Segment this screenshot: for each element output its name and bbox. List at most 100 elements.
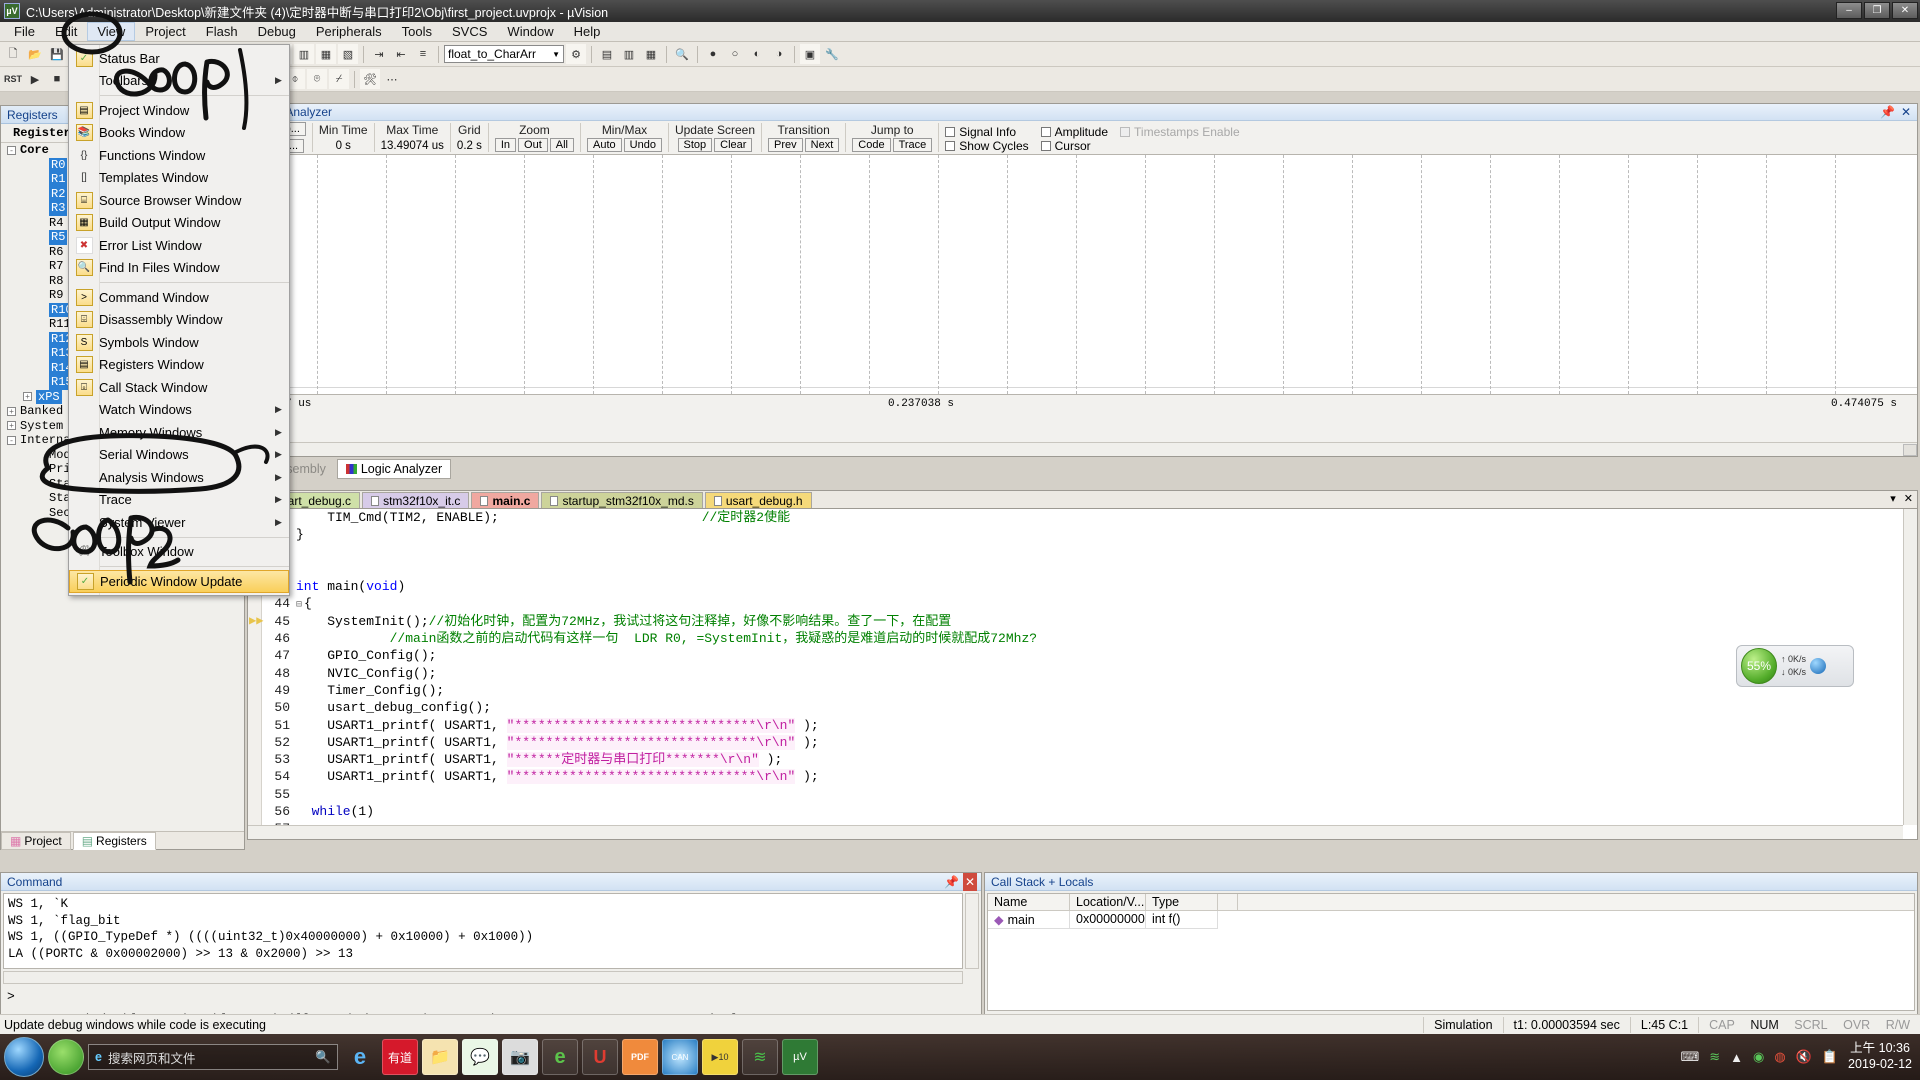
analysis-window-icon[interactable]: ⌿ (329, 69, 349, 89)
windows-start-icon[interactable] (4, 1037, 44, 1077)
labview-icon[interactable]: ▶10 (702, 1039, 738, 1075)
editor-tabs[interactable]: usart_debug.c stm32f10x_it.c main.c startup… (248, 491, 1917, 509)
keyboard-icon[interactable]: ⌨ (1680, 1049, 1699, 1065)
window-controls[interactable]: – ❐ ✕ (1836, 2, 1918, 19)
editor-tab-usart_debug-h[interactable]: usart_debug.h (704, 492, 812, 508)
bookmark-clear-icon[interactable]: ▧ (338, 44, 358, 64)
more-tools-icon[interactable]: ⋯ (382, 69, 402, 89)
code-line[interactable]: USART1_printf( USART1, "****************… (296, 768, 1917, 785)
tab-registers[interactable]: ▤ Registers (72, 831, 156, 850)
editor-tab-startup_stm32f10x_md-s[interactable]: startup_stm32f10x_md.s (541, 492, 703, 508)
view-menu-item-books-window[interactable]: 📚 Books Window (69, 122, 289, 145)
security-icon[interactable]: ◉ (1753, 1049, 1764, 1065)
zoom-group[interactable]: Zoom In Out All (489, 123, 582, 152)
search-input[interactable]: e 搜索网页和文件 🔍 (88, 1044, 338, 1070)
code-line[interactable]: //main函数之前的启动代码有这样一句 LDR R0, =SystemInit… (296, 630, 1917, 647)
editor-hscrollbar[interactable] (248, 825, 1903, 839)
call-stack-table[interactable]: Name Location/V... Type ◆ main 0x0000000… (987, 893, 1915, 1011)
show-hidden-icons-icon[interactable]: ▲ (1730, 1050, 1743, 1065)
search-icon[interactable]: 🔍 (672, 44, 692, 64)
update-stop-button[interactable]: Stop (677, 138, 713, 152)
code-line[interactable]: NVIC_Config(); (296, 665, 1917, 682)
menu-help[interactable]: Help (564, 22, 611, 41)
minmax-auto-button[interactable]: Auto (587, 138, 622, 152)
menu-file[interactable]: File (4, 22, 45, 41)
logic-analyzer-canvas[interactable]: 1 0 (248, 155, 1917, 395)
command-input[interactable]: > (3, 987, 979, 1007)
code-line[interactable] (296, 544, 1917, 561)
new-file-icon[interactable]: 🗋 (3, 44, 23, 64)
view-menu-item-status-bar[interactable]: ✓ Status Bar (69, 47, 289, 70)
wechat-icon[interactable]: 💬 (462, 1039, 498, 1075)
view-menu-item-registers-window[interactable]: ▤ Registers Window (69, 354, 289, 377)
file-explorer-icon[interactable]: 📁 (422, 1039, 458, 1075)
wifi-app-icon[interactable]: ≋ (742, 1039, 778, 1075)
uc-browser-icon[interactable]: U (582, 1039, 618, 1075)
code-line[interactable]: USART1_printf( USART1, "****************… (296, 734, 1917, 751)
kill-all-breakpoints-icon[interactable]: ◑ (769, 44, 789, 64)
minimize-button[interactable]: – (1836, 2, 1862, 19)
view-menu-item-toolbox-window[interactable]: 🛠 Toolbox Window (69, 541, 289, 564)
clipboard-icon[interactable]: 📋 (1822, 1049, 1838, 1065)
view-menu-item-build-output-window[interactable]: ▦ Build Output Window (69, 212, 289, 235)
stop-icon[interactable]: ■ (47, 69, 67, 89)
open-folder-icon[interactable]: 📂 (25, 44, 45, 64)
view-menu-item-trace[interactable]: Trace ▶ (69, 489, 289, 512)
show-cycles-checkbox[interactable]: Show Cycles (945, 139, 1029, 153)
registers-bottom-tabs[interactable]: ▦ Project ▤ Registers (1, 831, 244, 850)
maximize-button[interactable]: ❐ (1864, 2, 1890, 19)
scroll-right-button[interactable] (1903, 443, 1917, 456)
pdf-reader-icon[interactable]: PDF (622, 1039, 658, 1075)
update-clear-button[interactable]: Clear (714, 138, 753, 152)
minmax-undo-button[interactable]: Undo (623, 138, 662, 152)
close-button[interactable]: ✕ (1892, 2, 1918, 19)
menu-tools[interactable]: Tools (392, 22, 442, 41)
outdent-icon[interactable]: ⇤ (391, 44, 411, 64)
pin-icon[interactable]: 📌 (944, 873, 959, 891)
window-layout-icon[interactable]: ▣ (800, 44, 820, 64)
view-menu-item-analysis-windows[interactable]: Analysis Windows ▶ (69, 466, 289, 489)
save-icon[interactable]: 💾 (47, 44, 67, 64)
editor-vscrollbar[interactable] (1903, 509, 1917, 825)
build-icon[interactable]: ▤ (597, 44, 617, 64)
indent-icon[interactable]: ⇥ (369, 44, 389, 64)
wifi-icon[interactable]: ≋ (1709, 1049, 1720, 1065)
360-browser-icon[interactable]: e (542, 1039, 578, 1075)
code-line[interactable]: SystemInit();//初始化时钟，配置为72MHz，我试过将这句注释掉，… (296, 613, 1917, 630)
globe-icon[interactable] (1810, 658, 1827, 674)
command-vscrollbar[interactable] (965, 893, 979, 969)
internet-explorer-icon[interactable]: e (342, 1039, 378, 1075)
target-select[interactable]: float_to_CharArr ▼ (444, 45, 564, 63)
view-menu-item-toolbars[interactable]: Toolbars ▶ (69, 70, 289, 93)
menu-view[interactable]: View (87, 22, 136, 41)
code-line[interactable]: TIM_Cmd(TIM2, ENABLE); //定时器2使能 (296, 509, 1917, 526)
view-menu-item-project-window[interactable]: ▤ Project Window (69, 99, 289, 122)
transition-group[interactable]: Transition Prev Next (762, 123, 847, 152)
view-menu-item-symbols-window[interactable]: S Symbols Window (69, 331, 289, 354)
view-menu-item-call-stack-window[interactable]: ⌻ Call Stack Window (69, 376, 289, 399)
zoom-out-button[interactable]: Out (518, 138, 548, 152)
minmax-group[interactable]: Min/Max Auto Undo (581, 123, 669, 152)
view-menu-item-source-browser-window[interactable]: ⌸ Source Browser Window (69, 189, 289, 212)
checkbox-group-1[interactable]: Signal Info Show Cycles (939, 123, 1034, 153)
view-menu-item-periodic-window-update[interactable]: ✓ Periodic Window Update (69, 570, 289, 593)
tab-logic-analyzer[interactable]: Logic Analyzer (336, 459, 452, 479)
view-menu-item-system-viewer[interactable]: System Viewer ▶ (69, 511, 289, 534)
menu-edit[interactable]: Edit (45, 22, 87, 41)
table-row[interactable]: ◆ main 0x00000000 int f() (988, 911, 1914, 929)
menu-debug[interactable]: Debug (248, 22, 306, 41)
code-line[interactable]: usart_debug_config(); (296, 699, 1917, 716)
menu-window[interactable]: Window (497, 22, 563, 41)
editor-body[interactable]: ▶▶ 3940414243444546474849505152535455565… (248, 509, 1917, 825)
jump-code-button[interactable]: Code (852, 138, 891, 152)
view-menu-item-error-list-window[interactable]: ✖ Error List Window (69, 234, 289, 257)
disable-breakpoint-icon[interactable]: ○ (725, 44, 745, 64)
volume-muted-icon[interactable]: 🔇 (1796, 1049, 1812, 1065)
bookmark-prev-icon[interactable]: ▦ (316, 44, 336, 64)
close-icon[interactable]: ✕ (963, 873, 977, 891)
zoom-in-button[interactable]: In (494, 138, 517, 152)
code-line[interactable]: } (296, 526, 1917, 543)
amplitude-checkbox[interactable]: Amplitude (1040, 125, 1108, 139)
view-menu-item-disassembly-window[interactable]: ⌹ Disassembly Window (69, 309, 289, 332)
taskbar[interactable]: e 搜索网页和文件 🔍 e 有道 📁 💬 📷 e U PDF CAN ▶10 ≋… (0, 1034, 1920, 1080)
